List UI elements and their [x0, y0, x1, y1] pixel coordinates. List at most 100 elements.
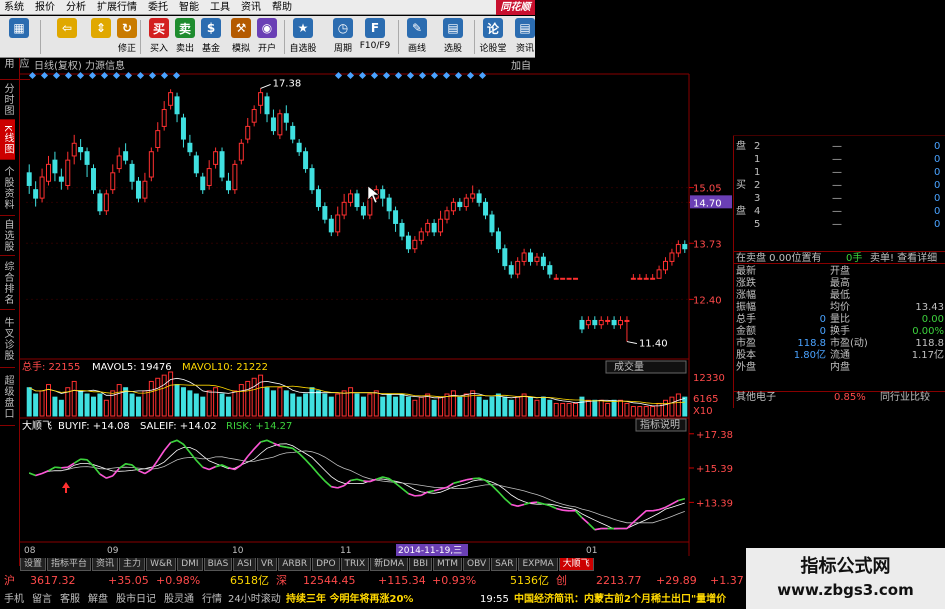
candle-body[interactable] — [110, 172, 116, 191]
candle-body[interactable] — [142, 180, 148, 199]
candle-body[interactable] — [637, 277, 643, 280]
candle-body[interactable] — [547, 265, 553, 275]
candle-body[interactable] — [560, 277, 566, 280]
candle-body[interactable] — [675, 244, 681, 254]
candle-body[interactable] — [611, 319, 617, 326]
indicator-tab[interactable]: 指标平台 — [47, 558, 92, 571]
indicator-tab[interactable]: DPO — [312, 558, 340, 571]
candle-body[interactable] — [65, 159, 71, 186]
indicator-tab[interactable]: 主力 — [119, 558, 146, 571]
indicator-tab[interactable]: OBV — [463, 558, 491, 571]
candle-body[interactable] — [566, 277, 572, 280]
event-marker-icon[interactable] — [148, 71, 157, 80]
candle-body[interactable] — [187, 142, 193, 153]
orderbook-row[interactable]: 3 — 0 — [734, 192, 945, 205]
candle-body[interactable] — [367, 197, 373, 216]
candle-body[interactable] — [39, 176, 45, 199]
candle-body[interactable] — [643, 277, 649, 280]
event-marker-icon[interactable] — [136, 71, 145, 80]
candle-body[interactable] — [521, 252, 527, 262]
footer-link[interactable]: 手机 — [4, 594, 24, 605]
candle-body[interactable] — [200, 176, 206, 191]
candle-body[interactable] — [168, 92, 174, 106]
candle-body[interactable] — [663, 260, 668, 271]
indicator-tab[interactable]: SAR — [491, 558, 518, 571]
event-marker-icon[interactable] — [418, 71, 427, 80]
event-marker-icon[interactable] — [478, 71, 487, 80]
candle-body[interactable] — [682, 244, 688, 250]
ticker-text[interactable]: 持续三年 今明年将再涨20% — [286, 590, 413, 609]
candle-body[interactable] — [193, 155, 199, 174]
candle-body[interactable] — [630, 277, 636, 280]
event-marker-icon[interactable] — [172, 71, 181, 80]
candle-body[interactable] — [33, 189, 39, 199]
orderbook-row[interactable]: 1 — 0 — [734, 153, 945, 166]
candle-body[interactable] — [135, 180, 141, 199]
event-marker-icon[interactable] — [454, 71, 463, 80]
indicator-tab[interactable]: 新DMA — [370, 558, 408, 571]
indicator-tab[interactable]: EXPMA — [518, 558, 558, 571]
candle-body[interactable] — [656, 269, 662, 279]
candle-body[interactable] — [155, 130, 161, 148]
candle-body[interactable] — [341, 201, 347, 216]
candle-body[interactable] — [412, 239, 418, 250]
indicator-tab[interactable]: BBI — [408, 558, 432, 571]
candle-body[interactable] — [425, 222, 431, 233]
candle-body[interactable] — [46, 163, 51, 182]
indicator-tab[interactable]: ARBR — [278, 558, 312, 571]
orderbook-row[interactable]: 5 — 0 — [734, 218, 945, 231]
candle-body[interactable] — [540, 256, 546, 267]
event-marker-icon[interactable] — [76, 71, 85, 80]
candle-body[interactable] — [618, 319, 624, 326]
event-marker-icon[interactable] — [406, 71, 415, 80]
candle-body[interactable] — [444, 210, 450, 220]
event-marker-icon[interactable] — [346, 71, 355, 80]
footer-link[interactable]: 股市日记 — [116, 594, 156, 605]
event-marker-icon[interactable] — [382, 71, 391, 80]
candle-body[interactable] — [84, 151, 90, 165]
indicator-tab[interactable]: 资讯 — [92, 558, 119, 571]
candle-body[interactable] — [232, 163, 238, 191]
candle-body[interactable] — [450, 201, 456, 212]
candle-body[interactable] — [348, 193, 354, 203]
indicator-tab[interactable]: MTM — [433, 558, 463, 571]
indicator-tab[interactable]: BIAS — [203, 558, 233, 571]
candle-body[interactable] — [277, 113, 283, 136]
candle-body[interactable] — [258, 92, 264, 106]
event-marker-icon[interactable] — [160, 71, 169, 80]
footer-link[interactable]: 客服 — [60, 594, 80, 605]
candle-body[interactable] — [431, 222, 437, 233]
event-marker-icon[interactable] — [52, 71, 61, 80]
peer-compare-link[interactable]: 同行业比较 — [880, 392, 930, 404]
candle-body[interactable] — [573, 277, 579, 280]
candle-body[interactable] — [508, 265, 514, 275]
indicator-tab[interactable]: 设置 — [20, 558, 47, 571]
candle-body[interactable] — [225, 180, 231, 191]
candle-body[interactable] — [264, 96, 270, 115]
candle-body[interactable] — [322, 206, 328, 220]
candle-body[interactable] — [592, 319, 598, 326]
candle-body[interactable] — [97, 193, 103, 212]
candle-body[interactable] — [290, 125, 296, 140]
candle-body[interactable] — [213, 151, 219, 165]
sector-row[interactable]: 其他电子 0.85% 同行业比较 — [734, 391, 945, 403]
candle-body[interactable] — [78, 147, 84, 153]
event-marker-icon[interactable] — [124, 71, 133, 80]
candle-body[interactable] — [161, 109, 167, 127]
candle-body[interactable] — [457, 201, 463, 208]
candle-body[interactable] — [71, 142, 77, 157]
candle-body[interactable] — [534, 256, 540, 262]
candle-body[interactable] — [206, 168, 212, 186]
candle-body[interactable] — [489, 214, 495, 233]
candle-body[interactable] — [650, 277, 656, 280]
view-detail-link[interactable]: 卖单! 查看详细 — [870, 252, 937, 265]
event-marker-icon[interactable] — [100, 71, 109, 80]
candle-body[interactable] — [180, 117, 186, 140]
candle-body[interactable] — [174, 96, 180, 115]
indicator-tab[interactable]: ASI — [233, 558, 256, 571]
candle-body[interactable] — [103, 193, 109, 212]
candle-body[interactable] — [585, 319, 591, 326]
event-marker-icon[interactable] — [370, 71, 379, 80]
candle-body[interactable] — [219, 151, 225, 178]
indicator-tab[interactable]: W&R — [146, 558, 177, 571]
